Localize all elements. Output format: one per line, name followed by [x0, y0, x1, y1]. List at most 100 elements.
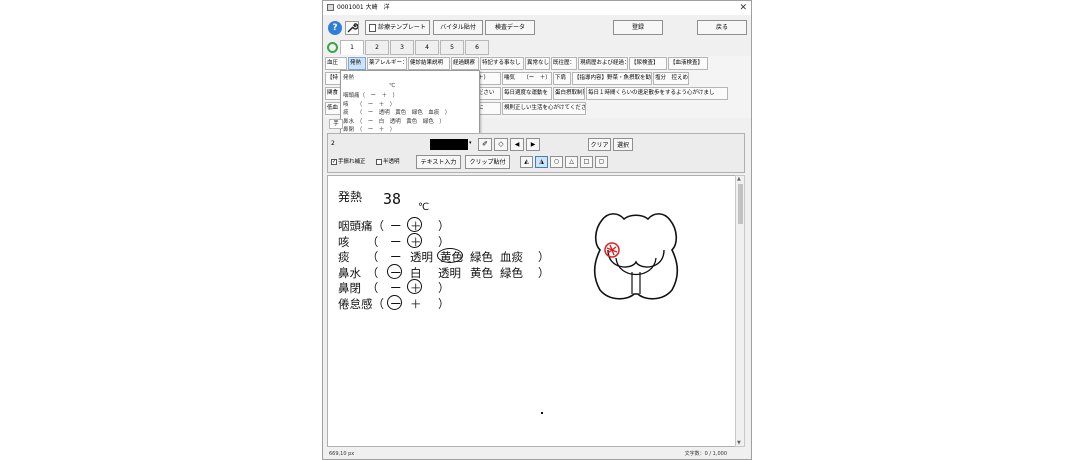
popup-line: 痰 （ ー 透明 黄色 緑色 血痰 ） — [343, 110, 451, 116]
canvas-scrollbar[interactable]: ▲ ▼ — [735, 175, 745, 447]
tab-2[interactable]: 2 — [365, 40, 389, 55]
refresh-icon[interactable] — [327, 42, 338, 53]
canvas-option: 透明 — [410, 250, 433, 264]
selection-circle — [407, 217, 422, 232]
canvas-option: 黄色 — [470, 265, 493, 280]
shape-flip-v-icon[interactable]: ◮ — [535, 156, 548, 168]
phrase-button[interactable]: 塩分 控えめに — [653, 72, 689, 85]
drawing-toolbar: 2 ▾ ✐ ◇ ◀ ▶ クリア 選択 ✓ 手振れ補正 半透明 テキスト入力 クリッ… — [327, 133, 745, 173]
selection-circle — [407, 279, 422, 294]
handwritten-temperature: 38 — [383, 190, 402, 208]
phrase-button[interactable]: 喘気 （ー ＋） — [502, 72, 552, 85]
register-button[interactable]: 登録 — [613, 20, 663, 35]
number-tabs: 123456 — [323, 39, 751, 55]
select-button[interactable]: 選択 — [613, 138, 633, 151]
canvas-close-paren: ） — [538, 265, 550, 280]
main-toolbar: ? 診療テンプレート バイタル貼付 検査データ 登録 戻る — [323, 17, 751, 39]
drawing-canvas[interactable]: 発熱 38 ℃ 咽頭痛（ー＋）咳 （ー＋）痰 （ー透明 黄色 緑色 血痰）鼻水 （ー白… — [327, 175, 739, 447]
canvas-option: 透明 — [438, 265, 461, 280]
wrench-icon[interactable] — [345, 21, 359, 35]
canvas-option: ー — [390, 250, 402, 264]
close-icon[interactable]: ✕ — [739, 1, 747, 15]
scrollbar-thumb[interactable] — [738, 184, 743, 224]
page-number: 2 — [331, 140, 335, 147]
phrase-button[interactable]: 特記する事なし — [480, 57, 524, 70]
canvas-option: ＋ — [410, 296, 422, 311]
shape-flip-h-icon[interactable]: ◭ — [520, 156, 533, 168]
canvas-row-label: 痰 （ — [338, 250, 379, 264]
tab-5[interactable]: 5 — [440, 40, 464, 55]
canvas-close-paren: ） — [438, 296, 450, 311]
sub-tabs: 手 — [325, 119, 751, 129]
next-icon[interactable]: ▶ — [526, 138, 540, 151]
phrase-button[interactable]: 異常なし — [525, 57, 550, 70]
phrase-button[interactable]: 【血液検査】 — [668, 57, 708, 70]
canvas-row-label: 咽頭痛（ — [338, 219, 384, 233]
vital-paste-button[interactable]: バイタル貼付 — [433, 20, 483, 35]
tab-3[interactable]: 3 — [390, 40, 414, 55]
canvas-close-paren: ） — [438, 219, 450, 233]
subtab-hand[interactable]: 手 — [329, 119, 343, 129]
phrase-button[interactable]: 毎日適度な運動を — [502, 87, 552, 100]
square-shape-icon[interactable]: □ — [580, 156, 593, 168]
template-button[interactable]: 診療テンプレート — [365, 20, 430, 35]
phrase-button[interactable]: 経過観察 — [451, 57, 479, 70]
translucent-label: 半透明 — [383, 159, 400, 165]
phrase-button[interactable]: 血圧 — [325, 57, 347, 70]
phrase-button[interactable]: 蛋白摂取制限 — [553, 87, 585, 100]
phrase-button[interactable]: 毎日１時間くらいの速足散歩をするよう心がけまし — [586, 87, 728, 100]
selection-circle — [387, 294, 402, 310]
title-bar: 0001001 大崎 洋 ✕ — [323, 1, 751, 15]
circle-shape-icon[interactable]: ○ — [550, 156, 563, 168]
pen-color-swatch[interactable] — [430, 139, 468, 150]
pen-eraser-icon[interactable]: ✐ — [478, 138, 492, 151]
phrase-button[interactable]: 薬アレルギー： — [367, 57, 407, 70]
window-title: 0001001 大崎 洋 — [337, 4, 390, 11]
text-input-button[interactable]: テキスト入力 — [416, 155, 461, 169]
canvas-option: 血痰 — [500, 250, 523, 264]
canvas-title: 発熱 — [338, 190, 363, 204]
document-icon — [369, 23, 377, 32]
selection-circle — [407, 232, 422, 248]
triangle-shape-icon[interactable]: △ — [565, 156, 578, 168]
popup-line: 咳 （ ー ＋ ） — [343, 101, 396, 108]
tab-6[interactable]: 6 — [465, 40, 489, 55]
hand-correction-label: 手振れ補正 — [338, 159, 366, 165]
phrase-button[interactable]: 【指導内容】野菜・魚摂取を勧める — [572, 72, 652, 85]
canvas-row-label: 鼻水 （ — [338, 265, 379, 280]
exam-data-button[interactable]: 検査データ — [485, 20, 535, 35]
back-button[interactable]: 戻る — [697, 20, 747, 35]
phrase-button[interactable]: 発熱 — [348, 57, 366, 70]
clip-paste-button[interactable]: クリップ貼付 — [465, 155, 510, 169]
clear-button[interactable]: クリア — [588, 138, 611, 151]
scroll-up-icon[interactable]: ▲ — [737, 176, 741, 182]
phrase-button[interactable]: 現病歴および経過： — [578, 57, 628, 70]
rect-shape-icon[interactable]: ▢ — [595, 156, 608, 168]
canvas-option: 緑色 — [470, 250, 493, 264]
prev-icon[interactable]: ◀ — [510, 138, 524, 151]
tab-1[interactable]: 1 — [340, 40, 364, 55]
memo-window: 0001001 大崎 洋 ✕ ? 診療テンプレート バイタル貼付 検査データ 登… — [322, 0, 752, 460]
phrase-button[interactable]: 既往歴： — [551, 57, 577, 70]
scroll-down-icon[interactable]: ▼ — [737, 440, 741, 446]
canvas-option: ー — [390, 234, 402, 249]
canvas-row-label: 咳 （ — [338, 234, 379, 249]
popup-line: 咽頭痛（ ー ＋ ） — [343, 93, 399, 99]
canvas-option: 白 — [410, 265, 422, 280]
phrase-button[interactable]: 健診結果説明 — [408, 57, 450, 70]
chevron-down-icon[interactable]: ▾ — [469, 140, 472, 146]
eraser-icon[interactable]: ◇ — [494, 138, 508, 151]
translucent-checkbox[interactable]: 半透明 — [376, 158, 400, 166]
phrase-button[interactable]: 規則正しい生活を心がけてください — [502, 102, 586, 115]
popup-title: 発熱 — [343, 75, 355, 81]
hand-correction-checkbox[interactable]: ✓ 手振れ補正 — [331, 158, 366, 166]
help-icon[interactable]: ? — [328, 21, 342, 35]
template-button-label: 診療テンプレート — [378, 24, 426, 31]
phrase-button[interactable]: 【尿検査】 — [629, 57, 667, 70]
canvas-close-paren: ） — [538, 250, 550, 264]
phrase-button[interactable]: 下肩 — [553, 72, 571, 85]
selection-circle — [387, 263, 402, 279]
canvas-option: 緑色 — [500, 265, 523, 280]
throat-diagram — [593, 213, 679, 300]
tab-4[interactable]: 4 — [415, 40, 439, 55]
